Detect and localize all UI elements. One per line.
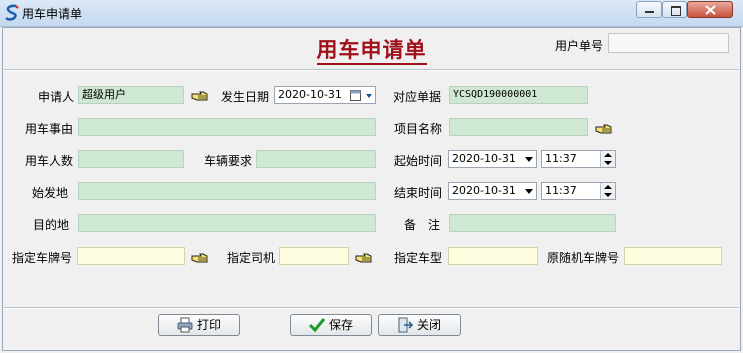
save-button[interactable]: 保存 [290,314,372,336]
remark-field[interactable] [449,214,616,232]
maximize-icon [671,6,681,16]
end-time-spinner[interactable]: 11:37 [541,182,616,200]
save-label: 保存 [329,318,354,332]
application-window: 用车申请单 用车申请单 用户单号 申请人 超级用户 发生日期 2020-10-3… [0,0,743,353]
header-divider [4,69,739,71]
vehicle-type-label: 指定车型 [394,251,443,265]
reason-field[interactable] [78,118,376,136]
exit-door-icon [398,317,413,333]
print-label: 打印 [197,318,222,332]
plate-field[interactable] [77,247,185,265]
calendar-icon [350,90,361,101]
start-time-label: 起始时间 [394,154,443,168]
driver-field[interactable] [279,247,349,265]
escort-plate-label: 原随机车牌号 [547,251,620,265]
start-time-value: 11:37 [545,152,577,165]
origin-field[interactable] [78,182,376,200]
end-time-label: 结束时间 [394,186,443,200]
destination-label: 目的地 [33,218,70,232]
printer-icon [177,317,193,333]
ref-no-label: 对应单据 [393,90,442,104]
app-logo-icon [5,4,19,21]
footer-divider [4,307,739,309]
spinner-buttons[interactable] [600,183,615,199]
pointing-hand-icon[interactable] [191,89,209,103]
people-count-label: 用车人数 [25,154,74,168]
close-button[interactable]: 关闭 [378,314,461,336]
ref-no-field[interactable]: YCSQD190000001 [449,86,588,104]
remark-label: 备 注 [404,218,441,232]
project-label: 项目名称 [394,122,443,136]
vehicle-type-field[interactable] [448,247,538,265]
maximize-button[interactable] [662,1,687,18]
end-time-value: 11:37 [545,184,577,197]
start-date-value: 2020-10-31 [452,152,516,165]
order-no-field[interactable] [608,33,729,53]
plate-label: 指定车牌号 [12,251,73,265]
date-label: 发生日期 [221,90,270,104]
chevron-down-icon [525,157,533,162]
close-label: 关闭 [417,318,442,332]
title-bar: 用车申请单 [0,0,743,27]
spin-up-icon [604,185,612,189]
destination-field[interactable] [78,214,376,232]
spin-up-icon [604,153,612,157]
start-date-select[interactable]: 2020-10-31 [448,150,537,168]
pointing-hand-icon[interactable] [355,251,373,265]
minimize-button[interactable] [636,1,662,18]
window-title: 用车申请单 [22,7,83,21]
applicant-label: 申请人 [38,90,75,104]
print-button[interactable]: 打印 [158,314,240,336]
spin-down-icon [604,161,612,165]
origin-label: 始发地 [32,186,69,200]
checkmark-icon [309,318,325,333]
project-field[interactable] [449,118,588,136]
start-time-spinner[interactable]: 11:37 [541,150,616,168]
escort-plate-field[interactable] [624,247,722,265]
driver-label: 指定司机 [227,251,276,265]
date-value: 2020-10-31 [278,88,342,101]
close-icon [705,5,716,15]
vehicle-requirement-label: 车辆要求 [204,154,253,168]
date-picker[interactable]: 2020-10-31 [274,86,376,104]
chevron-down-icon [525,189,533,194]
pointing-hand-icon[interactable] [595,122,613,136]
applicant-field[interactable]: 超级用户 [78,86,184,104]
close-window-button[interactable] [687,1,733,18]
order-no-label: 用户单号 [555,39,604,53]
vehicle-requirement-field[interactable] [256,150,376,168]
end-date-value: 2020-10-31 [452,184,516,197]
spin-down-icon [604,193,612,197]
minimize-icon [645,11,654,13]
reason-label: 用车事由 [25,122,74,136]
chevron-down-icon [366,94,372,98]
pointing-hand-icon[interactable] [191,251,209,265]
people-count-field[interactable] [78,150,184,168]
end-date-select[interactable]: 2020-10-31 [448,182,537,200]
spinner-buttons[interactable] [600,151,615,167]
